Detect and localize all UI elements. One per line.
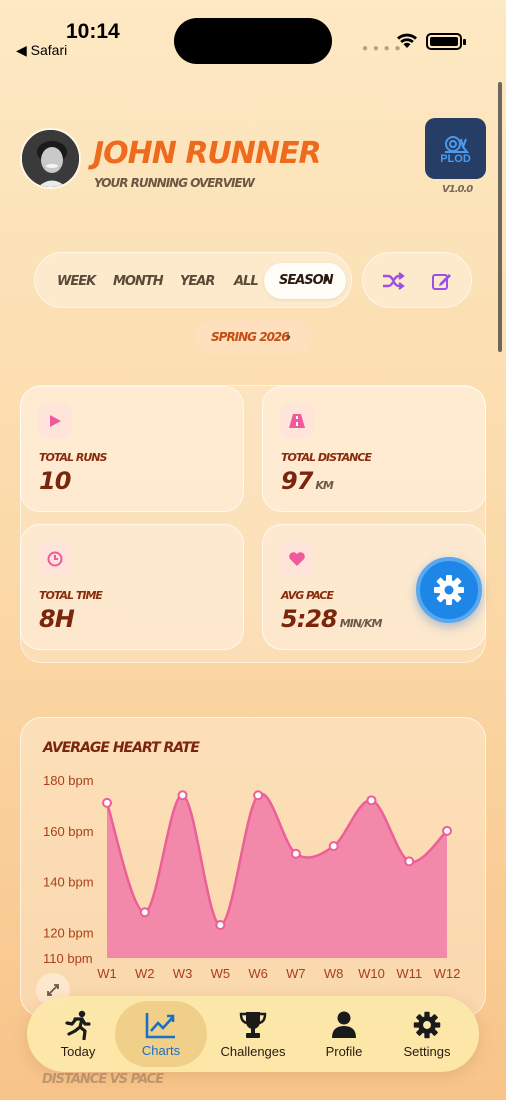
data-point-w8[interactable] [328, 841, 339, 852]
road-icon [280, 404, 314, 438]
season-selector[interactable]: SPRING 2026 › [194, 320, 312, 354]
y-tick-label: 140 bpm [43, 875, 94, 890]
y-tick-label: 110 bpm [43, 951, 93, 966]
distance-vs-pace-title: DISTANCE VS PACE [42, 1072, 164, 1087]
tab-label: Charts [141, 1042, 181, 1058]
heart-rate-chart-card: AVERAGE HEART RATE 180 bpm 160 bpm 140 bpm… [20, 717, 486, 1017]
data-point-w5[interactable] [215, 919, 226, 930]
stat-value: 97 KM [281, 467, 334, 495]
stat-card-total-distance[interactable]: TOTAL DISTANCE 97 KM [262, 386, 486, 512]
app-logo[interactable]: PLOD [425, 118, 486, 179]
data-point-w6[interactable] [253, 790, 264, 801]
play-icon [38, 404, 72, 438]
snail-icon [444, 135, 469, 153]
floating-settings-button[interactable] [416, 557, 482, 623]
x-tick-label: W6 [248, 966, 268, 981]
wifi-icon [397, 33, 417, 48]
x-tick-label: W1 [97, 966, 117, 981]
y-tick-label: 160 bpm [43, 824, 94, 839]
stat-value: 5:28 MIN/KM [281, 605, 383, 633]
gear-icon [413, 1011, 441, 1038]
x-tick-label: W10 [358, 966, 385, 981]
x-tick-label: W8 [324, 966, 344, 981]
gear-icon [434, 575, 464, 605]
stat-value: 8H [39, 605, 75, 633]
data-point-w3[interactable] [177, 790, 188, 801]
tab-label: Settings [403, 1043, 451, 1059]
tab-label: Challenges [220, 1043, 286, 1059]
data-point-w7[interactable] [290, 848, 301, 859]
caret-down-icon: ▼ [322, 274, 331, 284]
logo-text: PLOD [440, 152, 471, 165]
shuffle-icon[interactable] [381, 271, 405, 291]
heart-rate-chart: 180 bpm 160 bpm 140 bpm 120 bpm 110 bpm W1 W2 W… [43, 773, 461, 981]
tab-settings[interactable]: Settings [389, 996, 465, 1072]
heart-icon [280, 542, 314, 576]
stat-card-total-time[interactable]: TOTAL TIME 8H [20, 524, 244, 650]
status-time: 10:14 [66, 20, 120, 43]
tab-bar: Today Charts Challenges Profile Settings [27, 996, 479, 1072]
stat-label: TOTAL TIME [39, 589, 103, 602]
season-label: SPRING 2026 [211, 330, 290, 344]
tab-charts[interactable]: Charts [117, 996, 205, 1072]
x-tick-label: W12 [434, 966, 461, 981]
dynamic-island [174, 18, 332, 64]
stat-unit: KM [315, 479, 334, 492]
scroll-indicator[interactable] [498, 82, 502, 352]
y-tick-label: 120 bpm [43, 926, 94, 941]
stat-label: TOTAL RUNS [39, 451, 107, 464]
back-to-safari-link[interactable]: ◀ Safari [16, 42, 67, 59]
runner-icon [65, 1010, 91, 1040]
user-name: JOHN RUNNER [93, 136, 322, 171]
person-icon [332, 1011, 356, 1038]
data-point-w1[interactable] [102, 797, 112, 808]
avatar[interactable] [20, 128, 81, 189]
tab-label: Profile [325, 1043, 363, 1059]
y-tick-label: 180 bpm [43, 773, 94, 788]
stat-unit: MIN/KM [339, 617, 383, 630]
x-tick-label: W11 [396, 966, 422, 981]
period-selected-wrap: SEASON ▼ [34, 252, 352, 308]
tab-label: Today [60, 1043, 96, 1059]
trophy-icon [239, 1011, 267, 1038]
edit-icon[interactable] [431, 271, 453, 291]
x-tick-label: W7 [286, 966, 306, 981]
battery-icon [426, 33, 466, 50]
data-point-w12[interactable] [442, 825, 452, 836]
stat-value: 10 [39, 467, 71, 495]
x-tick-label: W3 [173, 966, 193, 981]
action-buttons-group [362, 252, 472, 308]
x-tick-label: W5 [211, 966, 231, 981]
user-subtitle: YOUR RUNNING OVERVIEW [94, 176, 255, 190]
data-point-w2[interactable] [139, 907, 150, 918]
chart-icon [145, 1012, 175, 1038]
data-point-w11[interactable] [404, 856, 415, 867]
tab-profile[interactable]: Profile [303, 996, 385, 1072]
tab-challenges[interactable]: Challenges [209, 996, 297, 1072]
clock-icon [38, 542, 72, 576]
app-version: V1.0.0 [442, 184, 473, 195]
chevron-right-icon: › [286, 328, 291, 345]
data-point-w10[interactable] [366, 795, 377, 806]
stat-card-total-runs[interactable]: TOTAL RUNS 10 [20, 386, 244, 512]
stat-label: TOTAL DISTANCE [281, 451, 372, 464]
tab-today[interactable]: Today [41, 996, 115, 1072]
stat-label: AVG PACE [281, 589, 334, 602]
x-tick-label: W2 [135, 966, 155, 981]
